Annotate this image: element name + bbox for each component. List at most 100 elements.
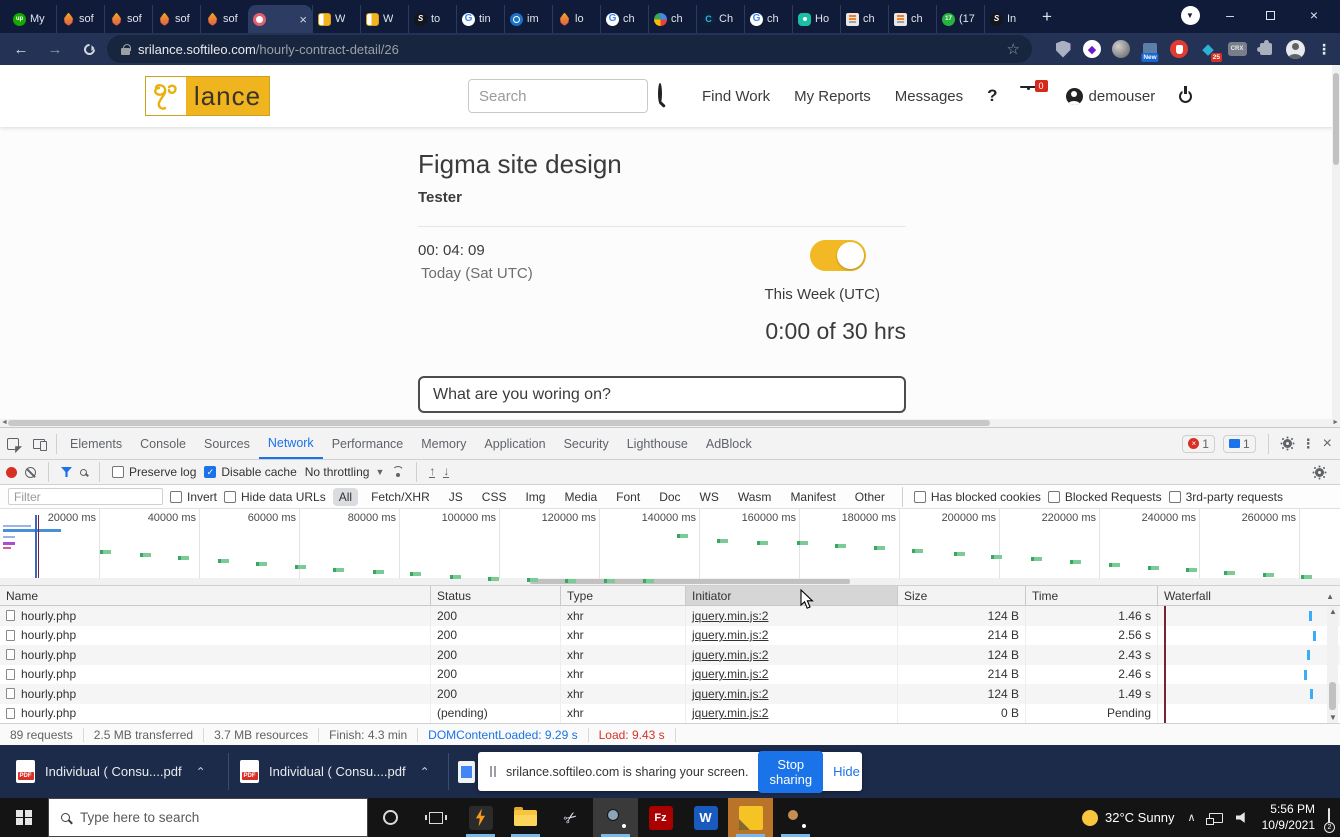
download-item[interactable]	[458, 745, 475, 798]
vpn-shield-extension[interactable]	[1053, 39, 1073, 59]
cell-name[interactable]: hourly.php	[0, 665, 430, 685]
tracking-toggle[interactable]	[810, 240, 866, 271]
nav-find-work[interactable]: Find Work	[702, 88, 770, 105]
start-button[interactable]	[0, 798, 48, 837]
browser-tab-active[interactable]: ×	[248, 5, 312, 33]
taskbar-app-filezilla[interactable]: Fz	[638, 798, 683, 837]
network-settings-gear-icon[interactable]	[1313, 466, 1326, 479]
clear-button[interactable]	[25, 467, 36, 478]
filter-type-js[interactable]: JS	[443, 488, 469, 506]
filter-type-fetch-xhr[interactable]: Fetch/XHR	[365, 488, 436, 506]
has-blocked-cookies-checkbox[interactable]: Has blocked cookies	[914, 490, 1041, 504]
preserve-log-checkbox[interactable]: Preserve log	[112, 465, 196, 479]
download-item[interactable]: Individual ( Consu....pdf ⌃	[240, 745, 430, 798]
browser-tab[interactable]: upMy	[8, 5, 56, 33]
browser-tab[interactable]: ch	[648, 5, 696, 33]
site-search-input[interactable]	[468, 79, 648, 113]
new-badge-extension[interactable]: New	[1140, 39, 1160, 59]
checkbox-unchecked[interactable]	[914, 491, 926, 503]
reload-button[interactable]	[76, 33, 102, 65]
scrollbar-thumb[interactable]	[530, 579, 850, 584]
forward-button[interactable]: →	[42, 33, 68, 65]
cell-name[interactable]: hourly.php	[0, 704, 430, 724]
scroll-up-arrow[interactable]: ▲	[1329, 607, 1337, 616]
browser-tab[interactable]: W	[360, 5, 408, 33]
taskbar-app-file-explorer[interactable]	[503, 798, 548, 837]
devtools-tab-application[interactable]: Application	[475, 428, 554, 459]
devtools-tab-console[interactable]: Console	[131, 428, 195, 459]
close-window-button[interactable]: ×	[1296, 0, 1332, 30]
browser-tab[interactable]: Gch	[744, 5, 792, 33]
scroll-right-arrow[interactable]: ►	[1332, 419, 1339, 427]
network-overview-timeline[interactable]: 20000 ms40000 ms60000 ms80000 ms100000 m…	[0, 509, 1340, 586]
column-header-time[interactable]: Time	[1025, 586, 1157, 605]
import-har-icon[interactable]: ↑	[429, 466, 435, 478]
error-badge[interactable]: ×1	[1182, 435, 1215, 453]
scrollbar-thumb[interactable]	[8, 420, 990, 426]
devtools-menu-icon[interactable]: ⋮	[1302, 436, 1315, 452]
browser-tab[interactable]: Sto	[408, 5, 456, 33]
filter-icon[interactable]	[61, 467, 72, 477]
taskbar-search[interactable]: Type here to search	[48, 798, 368, 837]
speaker-icon[interactable]	[1236, 812, 1249, 824]
column-header-name[interactable]: Name	[0, 586, 430, 605]
timeline-scrollbar[interactable]	[0, 578, 1340, 585]
checkbox-unchecked[interactable]	[1048, 491, 1060, 503]
column-header-type[interactable]: Type	[560, 586, 685, 605]
maximize-button[interactable]	[1252, 0, 1288, 30]
browser-tab[interactable]: SIn	[984, 5, 1032, 33]
scrollbar-thumb[interactable]	[1333, 73, 1339, 165]
initiator-link[interactable]: jquery.min.js:2	[692, 609, 768, 623]
taskbar-app-snipping-tool[interactable]: ✂	[548, 798, 593, 837]
scroll-left-arrow[interactable]: ◄	[1, 419, 8, 427]
initiator-link[interactable]: jquery.min.js:2	[692, 667, 768, 681]
browser-tab[interactable]: sof	[104, 5, 152, 33]
network-request-row[interactable]: hourly.php200xhrjquery.min.js:2124 B1.49…	[0, 684, 1340, 704]
initiator-link[interactable]: jquery.min.js:2	[692, 687, 768, 701]
filter-type-ws[interactable]: WS	[694, 488, 725, 506]
network-request-row[interactable]: hourly.php(pending)xhrjquery.min.js:20 B…	[0, 704, 1340, 724]
browser-tab[interactable]: lo	[552, 5, 600, 33]
browser-tab[interactable]: ch	[888, 5, 936, 33]
3rd-party-requests-checkbox[interactable]: 3rd-party requests	[1169, 490, 1283, 504]
devtools-tab-sources[interactable]: Sources	[195, 428, 259, 459]
devtools-tab-elements[interactable]: Elements	[61, 428, 131, 459]
devtools-tab-adblock[interactable]: AdBlock	[697, 428, 761, 459]
cell-name[interactable]: hourly.php	[0, 684, 430, 704]
sort-arrow-icon[interactable]: ▲	[1326, 592, 1334, 601]
cell-name[interactable]: hourly.php	[0, 626, 430, 646]
task-view-button[interactable]	[413, 798, 458, 837]
devtools-tab-network[interactable]: Network	[259, 428, 323, 459]
taskbar-app-word[interactable]: W	[683, 798, 728, 837]
filter-type-wasm[interactable]: Wasm	[732, 488, 778, 506]
table-scrollbar[interactable]: ▲ ▼	[1327, 606, 1338, 723]
site-search-button[interactable]	[658, 85, 680, 107]
devtools-tab-performance[interactable]: Performance	[323, 428, 413, 459]
initiator-link[interactable]: jquery.min.js:2	[692, 648, 768, 662]
back-button[interactable]: ←	[8, 33, 34, 65]
inspect-element-button[interactable]	[0, 432, 26, 456]
devtools-close-icon[interactable]: ×	[1323, 435, 1332, 453]
browser-tab[interactable]: sof	[200, 5, 248, 33]
initiator-link[interactable]: jquery.min.js:2	[692, 706, 768, 720]
stop-sharing-button[interactable]: Stop sharing	[758, 751, 823, 793]
browser-tab[interactable]: im	[504, 5, 552, 33]
crx-extension[interactable]: CRX	[1227, 39, 1247, 59]
scroll-down-arrow[interactable]: ▼	[1329, 713, 1337, 722]
nav-my-reports[interactable]: My Reports	[794, 88, 871, 105]
browser-tab[interactable]: ch	[840, 5, 888, 33]
throttling-select[interactable]: No throttling▼	[305, 465, 385, 479]
taskbar-app-chrome-profile-2[interactable]	[773, 798, 818, 837]
device-toolbar-button[interactable]	[26, 432, 52, 456]
network-filter-input[interactable]	[8, 488, 163, 505]
checkbox-checked[interactable]: ✓	[204, 466, 216, 478]
filter-type-manifest[interactable]: Manifest	[784, 488, 841, 506]
initiator-link[interactable]: jquery.min.js:2	[692, 628, 768, 642]
filter-type-img[interactable]: Img	[519, 488, 551, 506]
devtools-tab-security[interactable]: Security	[555, 428, 618, 459]
scrollbar-thumb[interactable]	[1329, 682, 1336, 710]
browser-tab[interactable]: Gtin	[456, 5, 504, 33]
browser-tab[interactable]: 17(17	[936, 5, 984, 33]
column-header-status[interactable]: Status	[430, 586, 560, 605]
weather-widget[interactable]: 32°C Sunny	[1082, 810, 1175, 826]
